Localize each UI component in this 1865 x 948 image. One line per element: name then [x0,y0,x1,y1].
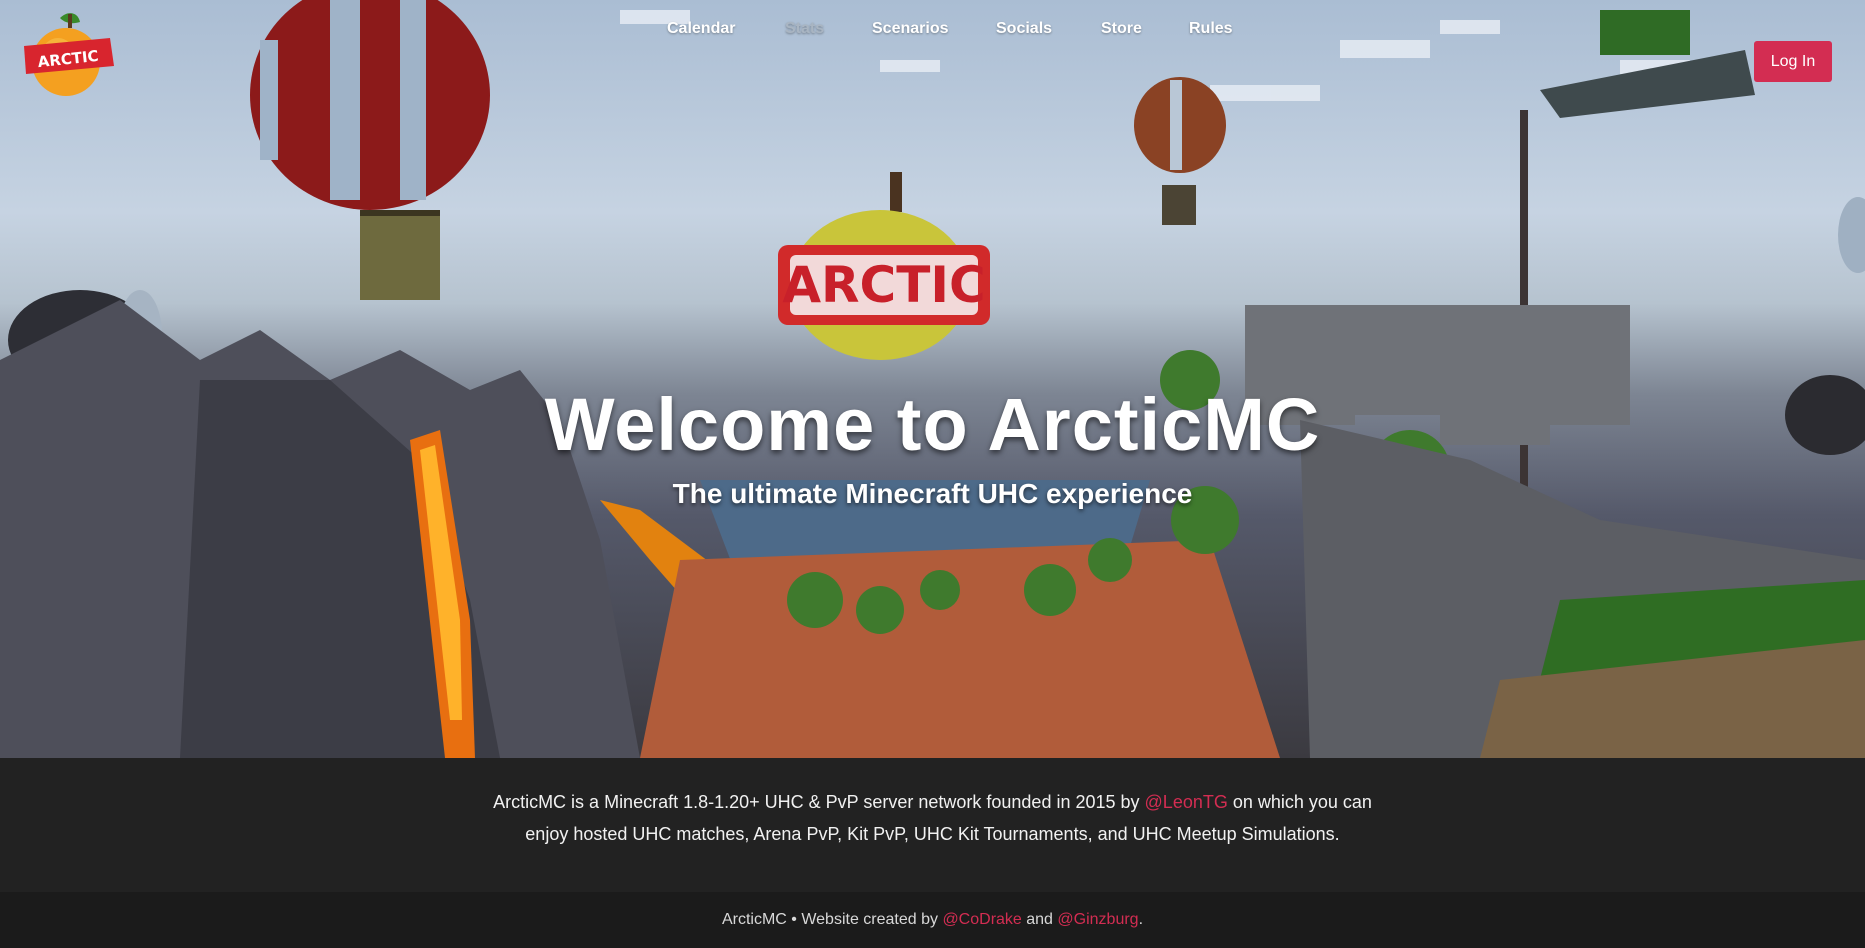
hero-banner: ARCTIC ARCTIC Calendar Stats Scenarios S… [0,0,1865,758]
footer-text: ArcticMC • Website created by [721,911,943,928]
login-button[interactable]: Log In [1754,41,1832,82]
footer-period: . [1138,911,1144,928]
founder-link[interactable]: @LeonTG [1145,792,1228,812]
nav-link-stats[interactable]: Stats [785,20,824,38]
footer: ArcticMC • Website created by @CoDrake a… [0,892,1865,948]
hero-background-art: ARCTIC [0,0,1865,758]
nav-link-store[interactable]: Store [1101,20,1142,38]
footer-and: and [1021,911,1058,928]
arctic-apple-sign: ARCTIC [778,172,990,360]
about-section: ArcticMC is a Minecraft 1.8-1.20+ UHC & … [0,758,1865,892]
svg-text:ARCTIC: ARCTIC [782,256,985,314]
hot-air-balloon-large [250,0,490,300]
nav-link-calendar[interactable]: Calendar [667,20,735,38]
hero-title: Welcome to ArcticMC [544,383,1321,466]
author-link-ginzburg[interactable]: @Ginzburg [1057,911,1138,928]
nav-link-rules[interactable]: Rules [1189,20,1233,38]
author-link-codrake[interactable]: @CoDrake [942,911,1021,928]
hot-air-balloon-small [1134,77,1226,225]
about-text: ArcticMC is a Minecraft 1.8-1.20+ UHC & … [483,786,1383,850]
hero-subtitle: The ultimate Minecraft UHC experience [672,478,1193,509]
about-text-before: ArcticMC is a Minecraft 1.8-1.20+ UHC & … [493,792,1145,812]
main-nav: Calendar Stats Scenarios Socials Store R… [0,20,1865,40]
nav-link-socials[interactable]: Socials [996,20,1052,38]
nav-link-scenarios[interactable]: Scenarios [872,20,948,38]
